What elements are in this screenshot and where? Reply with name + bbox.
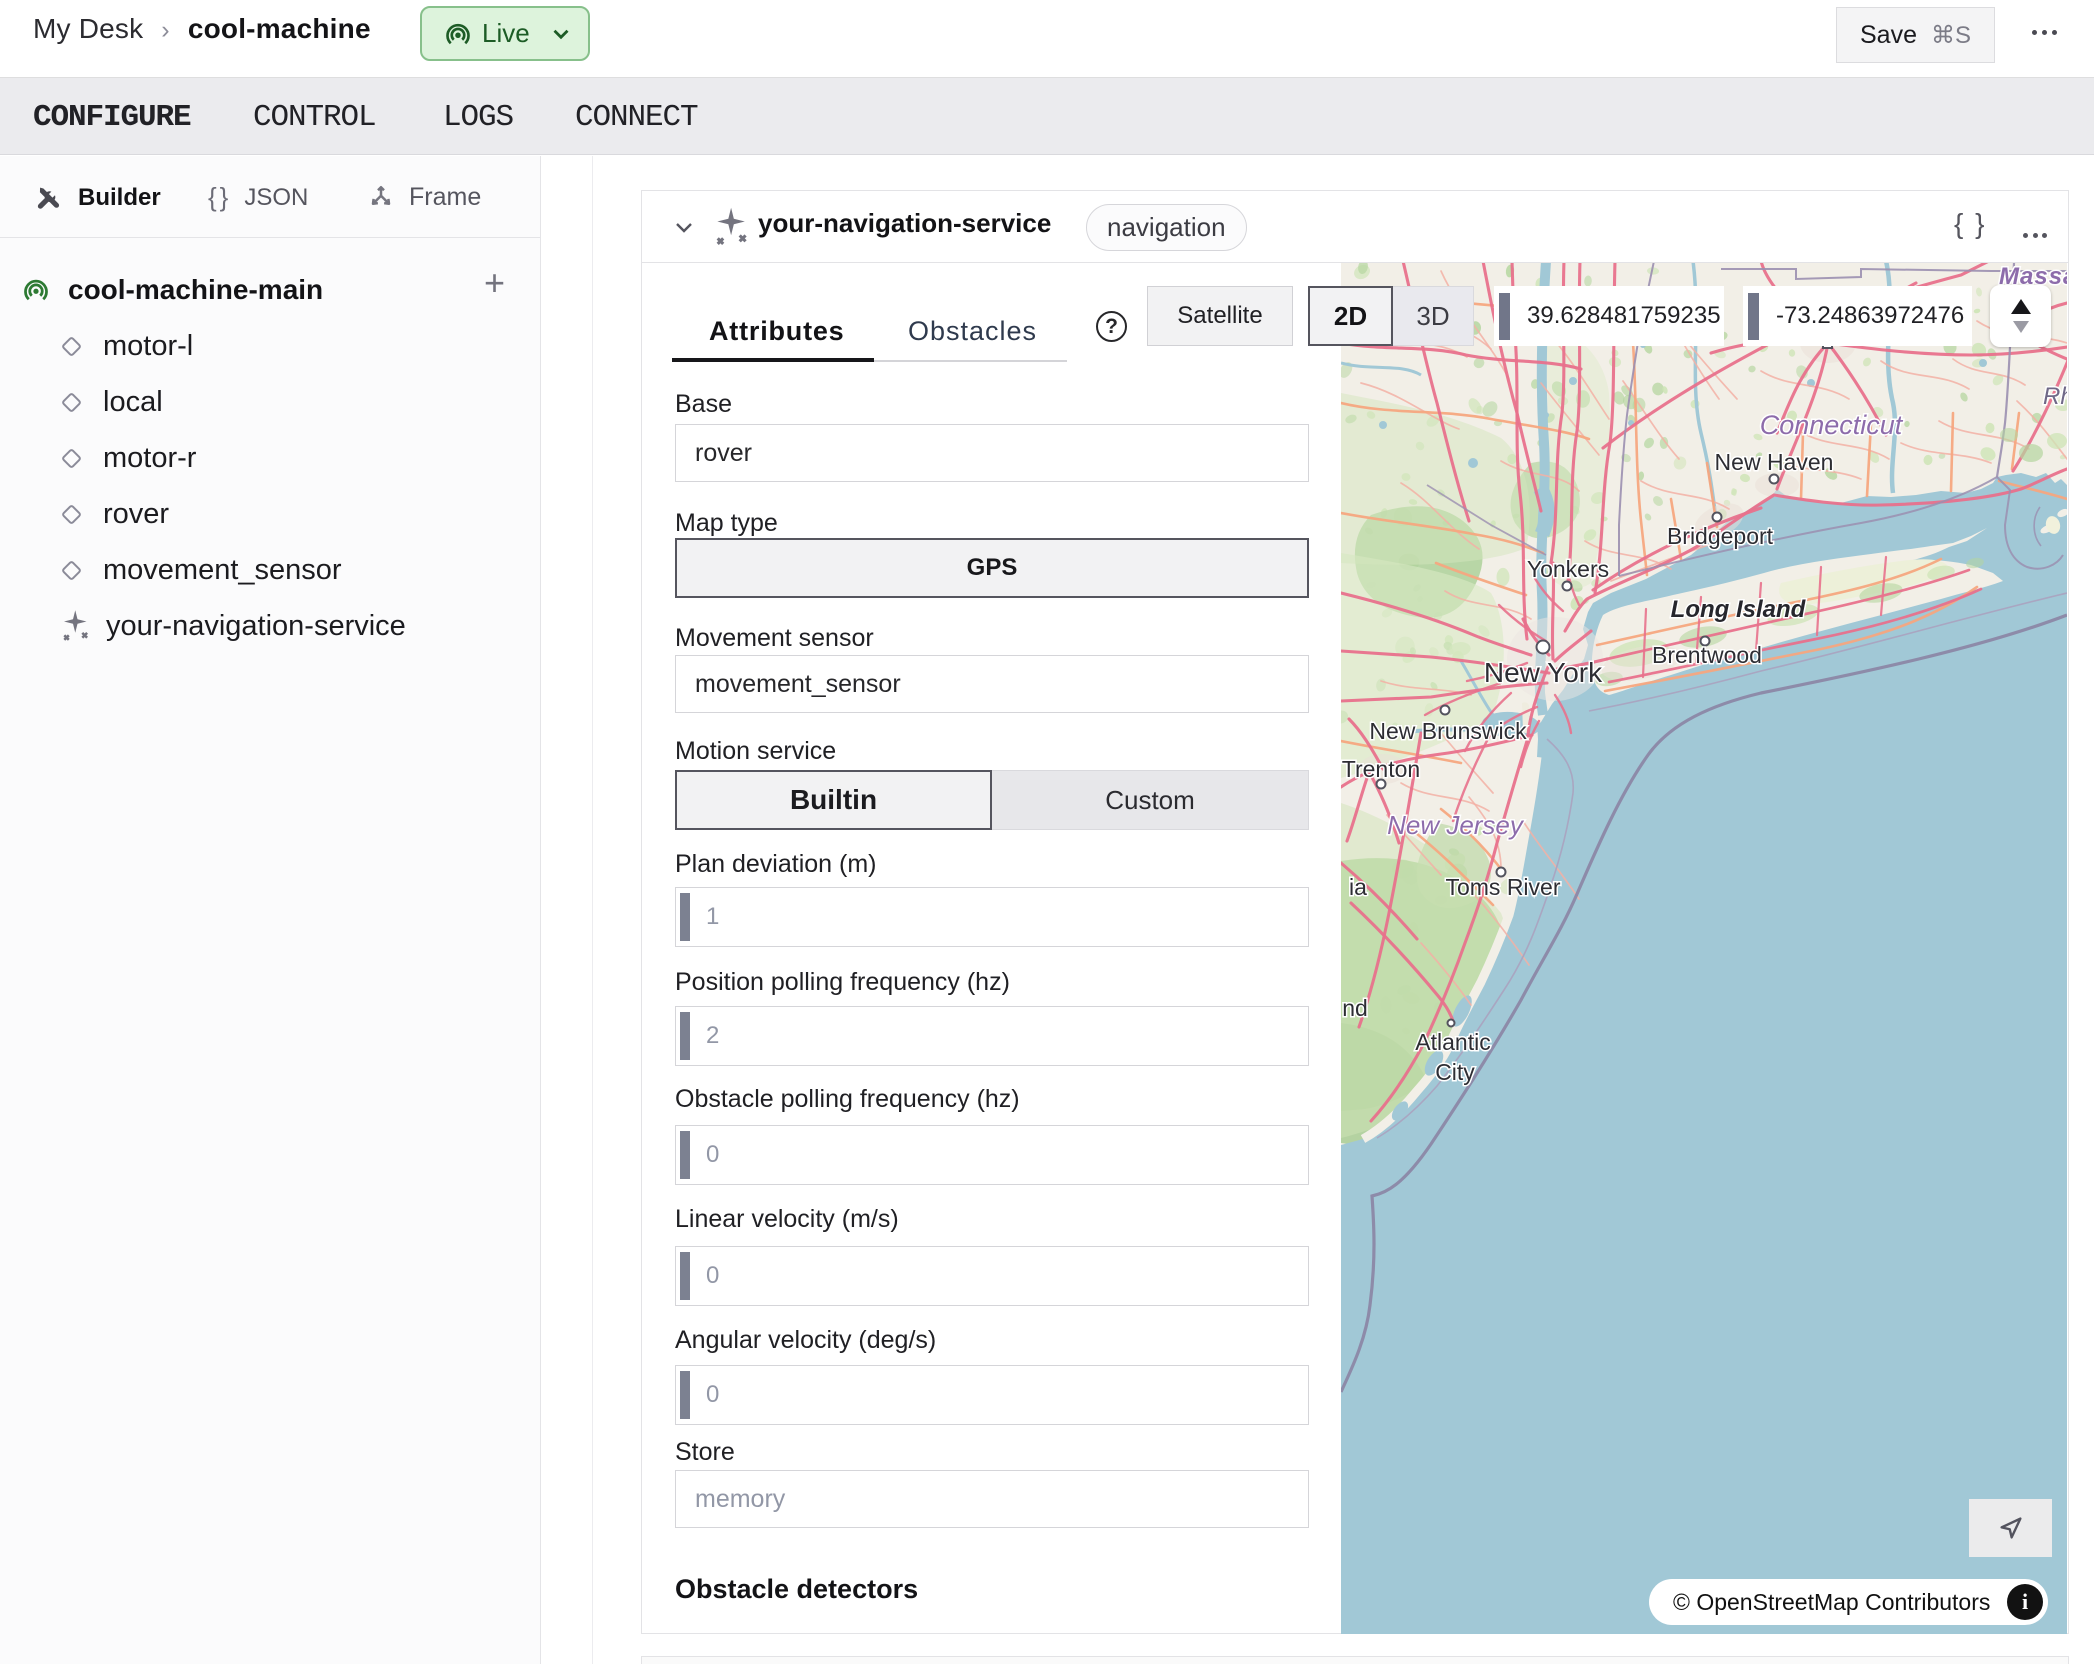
- svg-text:Atlantic: Atlantic: [1415, 1029, 1490, 1055]
- svg-text:New York: New York: [1484, 657, 1603, 688]
- svg-text:Yonkers: Yonkers: [1527, 556, 1609, 582]
- svg-text:New Brunswick: New Brunswick: [1369, 718, 1527, 744]
- svg-text:Rhod: Rhod: [2043, 383, 2067, 410]
- svg-text:New Haven: New Haven: [1715, 449, 1834, 475]
- svg-text:New Jersey: New Jersey: [1387, 810, 1525, 840]
- svg-text:nd: nd: [1342, 995, 1368, 1021]
- svg-text:City: City: [1435, 1059, 1475, 1085]
- svg-text:Bridgeport: Bridgeport: [1667, 523, 1774, 549]
- svg-text:ia: ia: [1349, 874, 1367, 900]
- svg-text:Brentwood: Brentwood: [1652, 642, 1762, 668]
- svg-text:Trenton: Trenton: [1342, 756, 1420, 782]
- svg-text:Toms River: Toms River: [1445, 874, 1560, 900]
- svg-text:Long Island: Long Island: [1671, 596, 1807, 623]
- svg-text:Connecticut: Connecticut: [1760, 410, 1904, 440]
